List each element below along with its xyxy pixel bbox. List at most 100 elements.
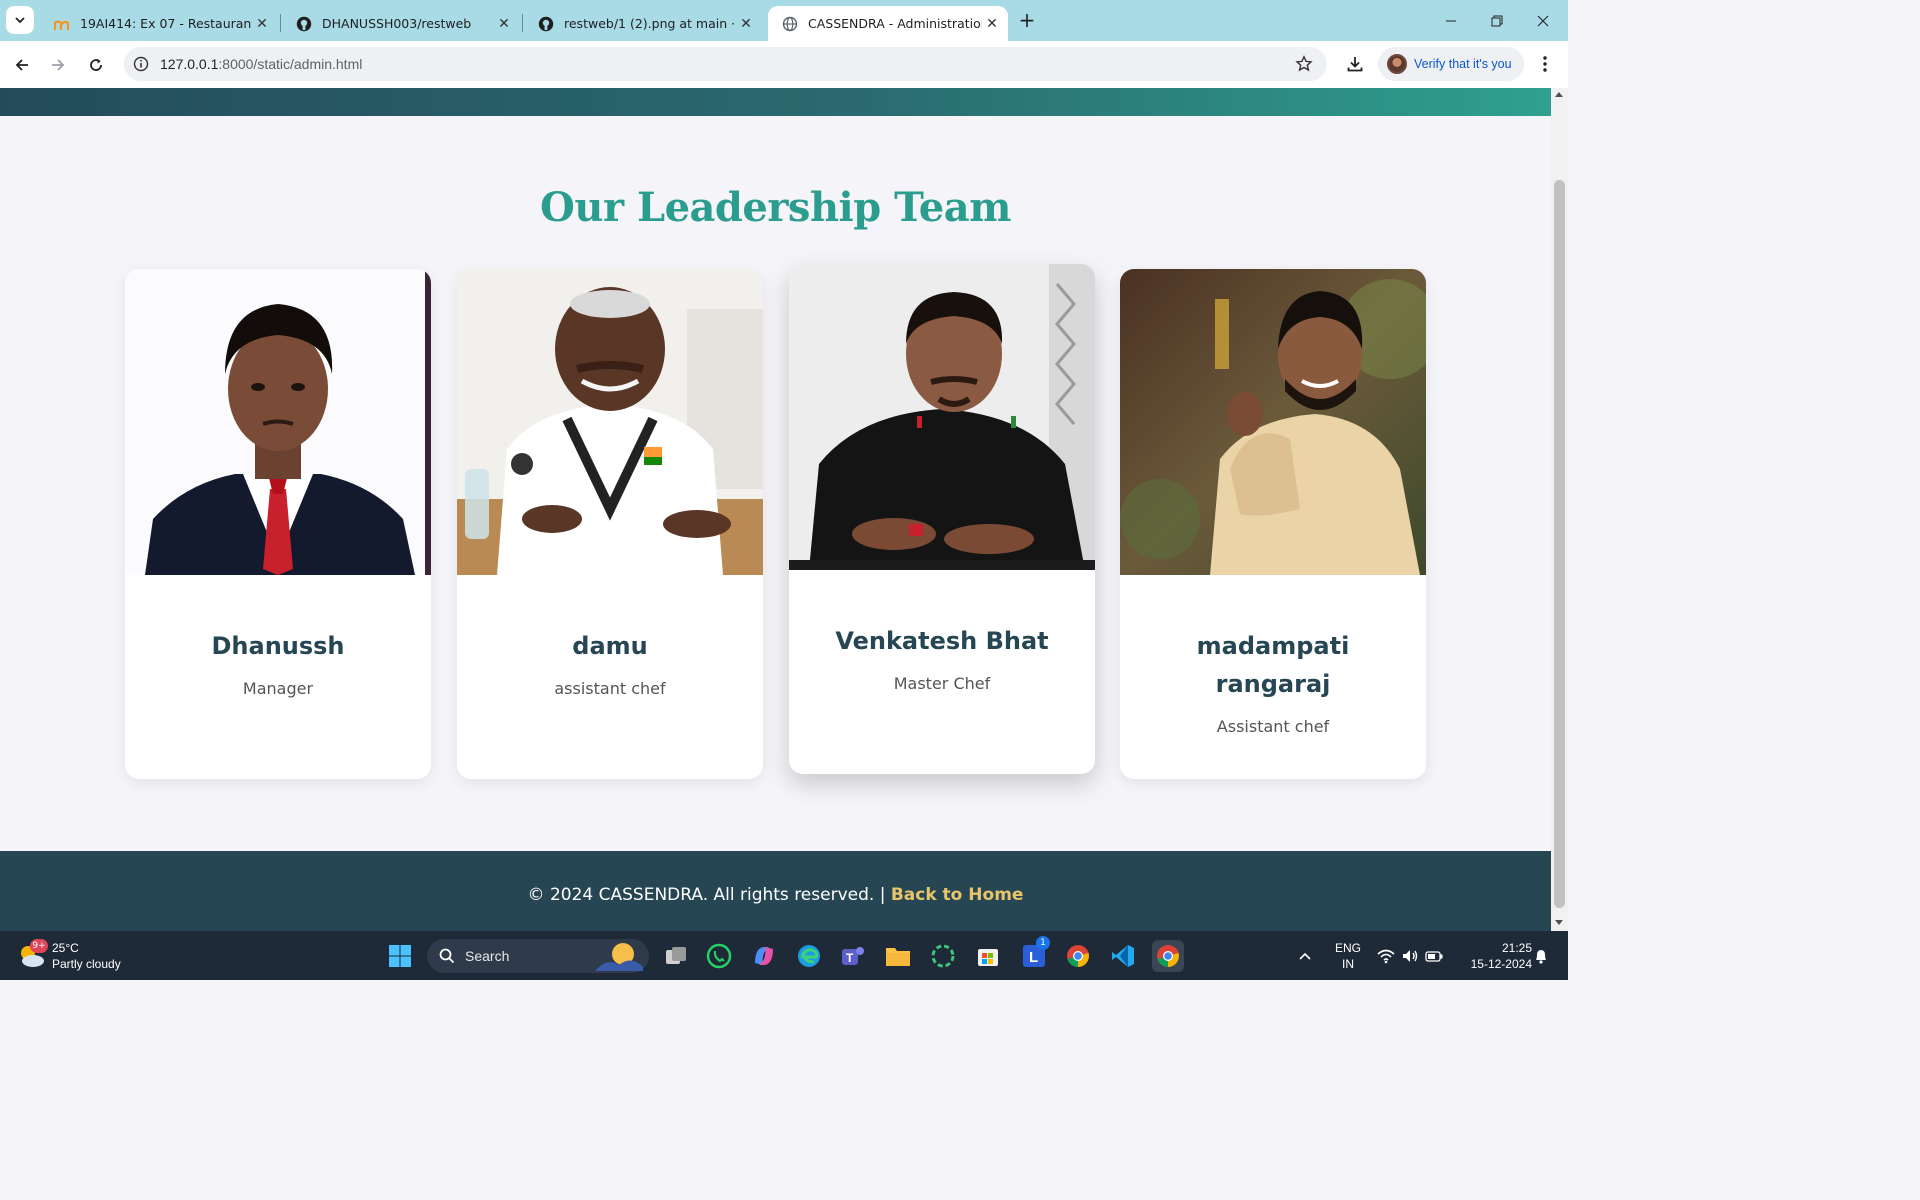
folder-icon bbox=[886, 948, 910, 966]
search-label: Search bbox=[465, 948, 510, 964]
copilot-button[interactable] bbox=[748, 940, 780, 972]
tray-overflow-button[interactable] bbox=[1293, 940, 1317, 972]
chevron-up-icon bbox=[1299, 952, 1311, 960]
profile-verify-button[interactable]: Verify that it's you bbox=[1378, 47, 1524, 81]
url-host: 127.0.0.1 bbox=[160, 56, 219, 72]
bookmark-star-icon[interactable] bbox=[1295, 55, 1313, 73]
windows-logo-icon bbox=[389, 945, 411, 967]
team-card: Dhanussh Manager bbox=[125, 269, 431, 779]
windows-taskbar: 9+ 25°C Partly cloudy Search T L 1 ENG I… bbox=[0, 931, 1568, 980]
chrome-active-button[interactable] bbox=[1152, 940, 1184, 972]
file-explorer-button[interactable] bbox=[882, 940, 914, 972]
store-button[interactable] bbox=[972, 940, 1004, 972]
github-icon bbox=[538, 16, 554, 32]
team-card: madampati rangaraj Assistant chef bbox=[1120, 269, 1426, 779]
vscode-button[interactable] bbox=[1107, 940, 1139, 972]
cycle-app-button[interactable] bbox=[927, 940, 959, 972]
downloads-button[interactable] bbox=[1342, 51, 1368, 77]
clock[interactable]: 21:25 15-12-2024 bbox=[1452, 940, 1532, 972]
teams-icon: T bbox=[842, 947, 864, 965]
tab-github-png[interactable]: restweb/1 (2).png at main · Dha ✕ bbox=[524, 6, 762, 41]
chrome-icon bbox=[1067, 945, 1089, 967]
search-icon bbox=[439, 948, 455, 964]
store-icon bbox=[978, 949, 998, 966]
forward-button[interactable] bbox=[44, 51, 72, 79]
new-tab-button[interactable]: + bbox=[1016, 8, 1038, 32]
team-member-role: Master Chef bbox=[893, 674, 991, 693]
team-member-photo bbox=[457, 269, 763, 575]
l-app-button[interactable]: L 1 bbox=[1018, 936, 1050, 972]
battery-icon bbox=[1425, 951, 1443, 962]
close-icon[interactable]: ✕ bbox=[736, 16, 756, 32]
edge-icon bbox=[798, 945, 820, 967]
tab-cassendra-admin[interactable]: CASSENDRA - Administration ✕ bbox=[768, 6, 1008, 41]
team-card: damu assistant chef bbox=[457, 269, 763, 779]
clock-date: 15-12-2024 bbox=[1470, 957, 1532, 971]
reload-button[interactable] bbox=[82, 51, 110, 79]
start-button[interactable] bbox=[384, 940, 416, 972]
verify-label: Verify that it's you bbox=[1414, 57, 1512, 71]
clock-time: 21:25 bbox=[1501, 941, 1532, 955]
whatsapp-icon bbox=[706, 943, 732, 969]
scrollbar-thumb[interactable] bbox=[1554, 180, 1565, 908]
wifi-icon bbox=[1377, 949, 1395, 964]
teams-button[interactable]: T bbox=[837, 940, 869, 972]
page-scrollbar[interactable] bbox=[1551, 88, 1568, 931]
back-button[interactable] bbox=[8, 51, 36, 79]
tab-title: 19AI414: Ex 07 - Restaurant We bbox=[80, 16, 252, 31]
notifications-button[interactable] bbox=[1530, 940, 1552, 972]
tab-title: CASSENDRA - Administration bbox=[808, 16, 982, 31]
browser-toolbar: 127.0.0.1:8000/static/admin.html Verify … bbox=[0, 41, 1568, 88]
scroll-down-arrow-icon[interactable] bbox=[1555, 920, 1563, 925]
weather-widget[interactable]: 9+ 25°C Partly cloudy bbox=[16, 937, 121, 975]
arrow-right-icon bbox=[52, 59, 65, 71]
close-icon[interactable]: ✕ bbox=[252, 16, 272, 32]
scroll-up-arrow-icon[interactable] bbox=[1555, 92, 1563, 97]
tab-search-button[interactable] bbox=[6, 6, 34, 34]
browser-menu-button[interactable] bbox=[1534, 53, 1556, 75]
quick-settings-button[interactable] bbox=[1374, 940, 1446, 972]
edge-button[interactable] bbox=[793, 940, 825, 972]
whatsapp-button[interactable] bbox=[703, 940, 735, 972]
team-member-name: Dhanussh bbox=[211, 632, 345, 660]
search-highlight-icon bbox=[595, 943, 643, 971]
url-text[interactable]: 127.0.0.1:8000/static/admin.html bbox=[160, 47, 362, 81]
globe-icon bbox=[782, 16, 798, 32]
section-title: Our Leadership Team bbox=[540, 184, 1011, 231]
team-member-photo bbox=[789, 264, 1095, 570]
restore-button[interactable] bbox=[1474, 0, 1520, 41]
tab-divider bbox=[522, 14, 523, 32]
url-path: :8000/static/admin.html bbox=[218, 56, 363, 72]
chrome-button[interactable] bbox=[1062, 940, 1094, 972]
language-line2: IN bbox=[1342, 957, 1354, 971]
avatar bbox=[1387, 54, 1407, 74]
arrow-left-icon bbox=[15, 59, 28, 71]
minimize-button[interactable] bbox=[1428, 0, 1474, 41]
weather-desc: Partly cloudy bbox=[52, 957, 121, 971]
close-window-button[interactable] bbox=[1520, 0, 1566, 41]
task-view-button[interactable] bbox=[660, 940, 692, 972]
site-info-icon[interactable] bbox=[132, 55, 150, 73]
back-to-home-link[interactable]: Back to Home bbox=[891, 885, 1024, 905]
copilot-icon bbox=[755, 947, 773, 965]
tab-github-restweb[interactable]: DHANUSSH003/restweb ✕ bbox=[282, 6, 520, 41]
taskbar-search[interactable]: Search bbox=[427, 939, 649, 973]
chevron-down-icon bbox=[15, 17, 25, 24]
moodle-icon bbox=[54, 16, 70, 32]
page-viewport: Our Leadership Team Dhanussh Manager dam… bbox=[0, 88, 1551, 931]
close-icon[interactable]: ✕ bbox=[982, 16, 1002, 32]
download-icon bbox=[1347, 57, 1363, 72]
close-icon[interactable]: ✕ bbox=[494, 16, 514, 32]
refresh-circle-icon bbox=[931, 944, 955, 968]
address-bar[interactable]: 127.0.0.1:8000/static/admin.html bbox=[124, 47, 1327, 81]
language-line1: ENG bbox=[1334, 941, 1361, 955]
svg-text:T: T bbox=[846, 951, 854, 965]
svg-text:L: L bbox=[1029, 949, 1038, 966]
team-member-photo bbox=[1120, 269, 1426, 575]
tab-restaurant-ex07[interactable]: 19AI414: Ex 07 - Restaurant We ✕ bbox=[40, 6, 278, 41]
team-card: Venkatesh Bhat Master Chef bbox=[789, 264, 1095, 774]
language-indicator[interactable]: ENG IN bbox=[1330, 940, 1366, 972]
minimize-icon bbox=[1446, 20, 1456, 21]
footer-copyright: © 2024 CASSENDRA. All rights reserved. | bbox=[527, 885, 891, 905]
team-member-name: Venkatesh Bhat bbox=[835, 627, 1049, 655]
